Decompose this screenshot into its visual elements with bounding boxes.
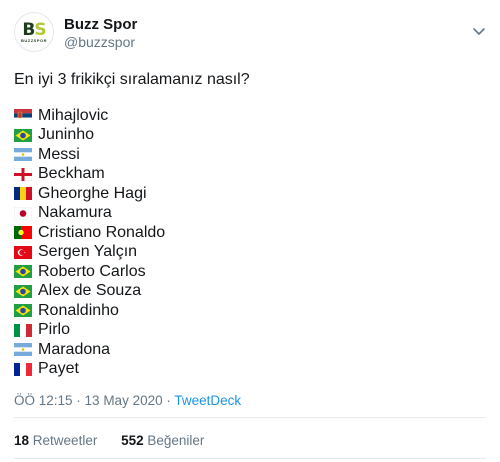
player-name: Juninho <box>38 126 95 144</box>
tweet-header: BS BUZZSPOR Buzz Spor @buzzspor <box>14 12 486 52</box>
player-name: Payet <box>38 360 79 378</box>
list-item: Beckham <box>13 165 165 185</box>
avatar[interactable]: BS BUZZSPOR <box>14 12 54 52</box>
tweet-stats: 18 Retweetler 552 Beğeniler <box>14 433 224 448</box>
player-name: Messi <box>38 145 80 163</box>
player-name: Beckham <box>38 165 105 183</box>
logo-subtext: BUZZSPOR <box>21 37 47 43</box>
brazil-flag-icon <box>14 284 32 298</box>
list-item: Roberto Carlos <box>14 262 165 282</box>
player-name: Nakamura <box>38 204 112 222</box>
argentina-flag-icon <box>14 343 32 357</box>
brazil-flag-icon <box>14 128 32 142</box>
divider <box>14 458 486 459</box>
player-name: Maradona <box>38 340 111 358</box>
england-flag-icon <box>13 167 33 181</box>
list-item: Messi <box>14 145 165 165</box>
list-item: Mihajlovic <box>14 106 165 126</box>
italy-flag-icon <box>14 323 32 337</box>
player-name: Ronaldinho <box>38 301 119 319</box>
argentina-flag-icon <box>14 148 32 162</box>
list-item: Juninho <box>14 126 165 146</box>
tweet-meta: ÖÖ 12:15 · 13 May 2020 · TweetDeck <box>14 393 241 408</box>
player-list: Mihajlovic Juninho Messi Beckham Gheorghe Ha… <box>13 106 165 380</box>
france-flag-icon <box>14 362 32 376</box>
tweet-time[interactable]: ÖÖ 12:15 <box>14 393 73 408</box>
likes-label: Beğeniler <box>147 433 205 448</box>
logo-mark: BS <box>22 19 46 40</box>
player-name: Cristiano Ronaldo <box>38 223 166 241</box>
player-name: Pirlo <box>38 321 71 339</box>
romania-flag-icon <box>14 187 32 201</box>
player-name: Gheorghe Hagi <box>38 184 147 202</box>
japan-flag-icon <box>13 206 33 220</box>
serbia-flag-icon <box>14 109 32 123</box>
player-name: Alex de Souza <box>38 282 142 300</box>
list-item: Sergen Yalçın <box>14 243 165 263</box>
likes-stat[interactable]: 552 Beğeniler <box>121 433 204 448</box>
meta-separator: · <box>72 393 85 408</box>
tweet-date[interactable]: 13 May 2020 <box>85 393 163 408</box>
list-item: Gheorghe Hagi <box>14 184 165 204</box>
list-item: Alex de Souza <box>14 282 165 302</box>
list-item: Pirlo <box>14 321 165 341</box>
meta-separator: · <box>162 393 175 408</box>
list-item: Ronaldinho <box>14 301 165 321</box>
retweets-label: Retweetler <box>32 433 98 448</box>
account-handle[interactable]: @buzzspor <box>64 34 135 50</box>
list-item: Nakamura <box>13 204 165 224</box>
turkey-flag-icon <box>14 245 32 259</box>
retweets-stat[interactable]: 18 Retweetler <box>14 433 97 448</box>
brazil-flag-icon <box>14 265 32 279</box>
player-name: Mihajlovic <box>38 106 109 124</box>
retweets-count: 18 <box>14 433 30 448</box>
tweet-source-link[interactable]: TweetDeck <box>174 393 241 408</box>
player-name: Sergen Yalçın <box>38 243 138 261</box>
list-item: Maradona <box>14 340 165 360</box>
divider <box>14 417 486 418</box>
likes-count: 552 <box>121 433 144 448</box>
tweet-text: En iyi 3 frikikçi sıralamanız nasıl? <box>14 71 250 88</box>
player-name: Roberto Carlos <box>38 262 146 280</box>
list-item: Cristiano Ronaldo <box>14 223 165 243</box>
account-name[interactable]: Buzz Spor <box>64 16 137 33</box>
list-item: Payet <box>14 360 165 380</box>
brazil-flag-icon <box>14 304 32 318</box>
portugal-flag-icon <box>14 226 32 240</box>
chevron-down-icon[interactable] <box>472 24 486 38</box>
